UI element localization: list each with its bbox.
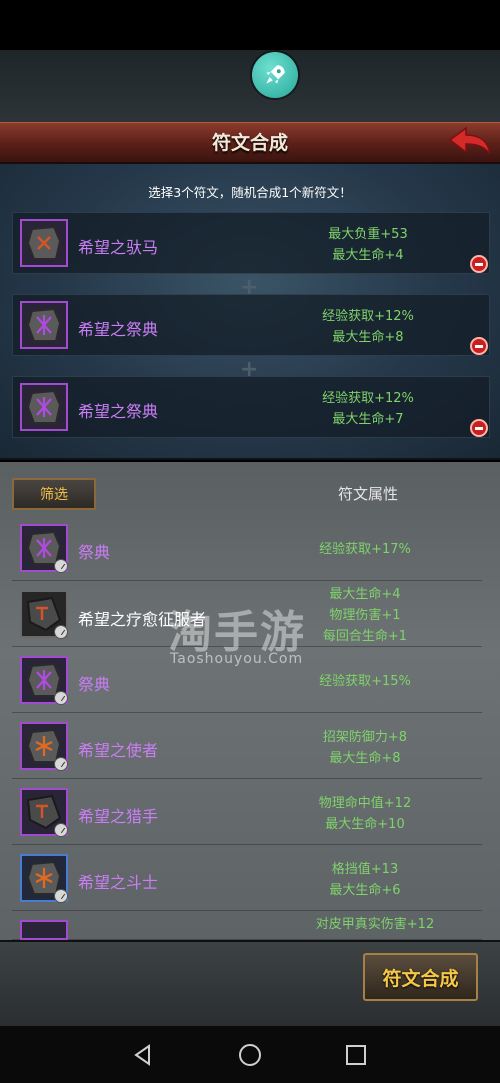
stat-line: 最大生命+10 xyxy=(325,817,405,832)
stat-line: 经验获取+12% xyxy=(322,309,414,324)
page-title: 符文合成 xyxy=(211,132,288,154)
slot-rune-name: 希望之祭典 xyxy=(78,320,159,339)
remove-icon[interactable] xyxy=(470,337,488,355)
lock-icon xyxy=(54,823,68,837)
lock-icon xyxy=(54,757,68,771)
slot-rune-stats: 经验获取+12% 最大生命+7 xyxy=(298,388,438,430)
rune-name: 希望之使者 xyxy=(78,741,159,760)
stat-line: 物理命中值+12 xyxy=(318,796,412,811)
rune-stats: 经验获取+17% xyxy=(295,539,435,560)
recents-square-icon[interactable] xyxy=(344,1043,368,1067)
stat-line: 经验获取+12% xyxy=(322,391,414,406)
stat-line: 格挡值+13 xyxy=(331,862,399,877)
slot-rune-name: 希望之驮马 xyxy=(78,238,159,257)
rune-icon xyxy=(20,301,68,349)
rune-name: 希望之猎手 xyxy=(78,807,159,826)
attribute-column-header: 符文属性 xyxy=(337,485,398,503)
back-triangle-icon[interactable] xyxy=(131,1043,155,1067)
rocket-button[interactable] xyxy=(252,52,298,98)
filter-button[interactable]: 筛选 xyxy=(12,478,96,510)
slot-rune-stats: 经验获取+12% 最大生命+8 xyxy=(298,306,438,348)
rune-icon xyxy=(20,920,68,940)
stat-line: 最大生命+7 xyxy=(332,412,404,427)
stat-line: 招架防御力+8 xyxy=(322,730,408,745)
stat-line: 最大生命+4 xyxy=(329,587,401,602)
slot-rune-name: 希望之祭典 xyxy=(78,402,159,421)
rocket-icon xyxy=(266,65,285,84)
stat-line: 最大生命+8 xyxy=(332,330,404,345)
home-circle-icon[interactable] xyxy=(238,1043,262,1067)
remove-icon[interactable] xyxy=(470,255,488,273)
back-arrow-icon[interactable] xyxy=(446,124,494,160)
stat-line: 物理伤害+1 xyxy=(329,608,401,623)
top-area xyxy=(0,50,500,122)
rune-name: 祭典 xyxy=(78,675,111,694)
instruction-text: 选择3个符文，随机合成1个新符文！ xyxy=(148,185,352,200)
rune-stats: 物理命中值+12 最大生命+10 xyxy=(295,793,435,835)
stat-line: 对皮甲真实伤害+12 xyxy=(315,917,435,932)
stat-line: 最大生命+4 xyxy=(332,248,404,263)
stat-line: 最大生命+6 xyxy=(329,883,401,898)
synthesize-button[interactable]: 符文合成 xyxy=(363,953,478,1001)
slot-rune-stats: 最大负重+53 最大生命+4 xyxy=(298,224,438,266)
rune-stats: 最大生命+4 物理伤害+1 每回合生命+1 xyxy=(295,584,435,647)
lock-icon xyxy=(54,889,68,903)
lock-icon xyxy=(54,691,68,705)
rune-stats: 经验获取+15% xyxy=(295,671,435,692)
watermark-url: Taoshouyou.Com xyxy=(170,651,304,667)
rune-stats: 对皮甲真实伤害+12 xyxy=(295,914,455,935)
remove-icon[interactable] xyxy=(470,419,488,437)
rune-icon xyxy=(20,383,68,431)
stat-line: 经验获取+15% xyxy=(319,674,411,689)
stat-line: 最大负重+53 xyxy=(328,227,408,242)
lock-icon xyxy=(54,625,68,639)
rune-stats: 招架防御力+8 最大生命+8 xyxy=(295,727,435,769)
lock-icon xyxy=(54,559,68,573)
stat-line: 经验获取+17% xyxy=(319,542,411,557)
stat-line: 每回合生命+1 xyxy=(322,629,408,644)
rune-icon xyxy=(20,219,68,267)
rune-name: 祭典 xyxy=(78,543,111,562)
rune-stats: 格挡值+13 最大生命+6 xyxy=(295,859,435,901)
rune-name: 希望之斗士 xyxy=(78,873,159,892)
stat-line: 最大生命+8 xyxy=(329,751,401,766)
status-bar xyxy=(0,0,500,50)
